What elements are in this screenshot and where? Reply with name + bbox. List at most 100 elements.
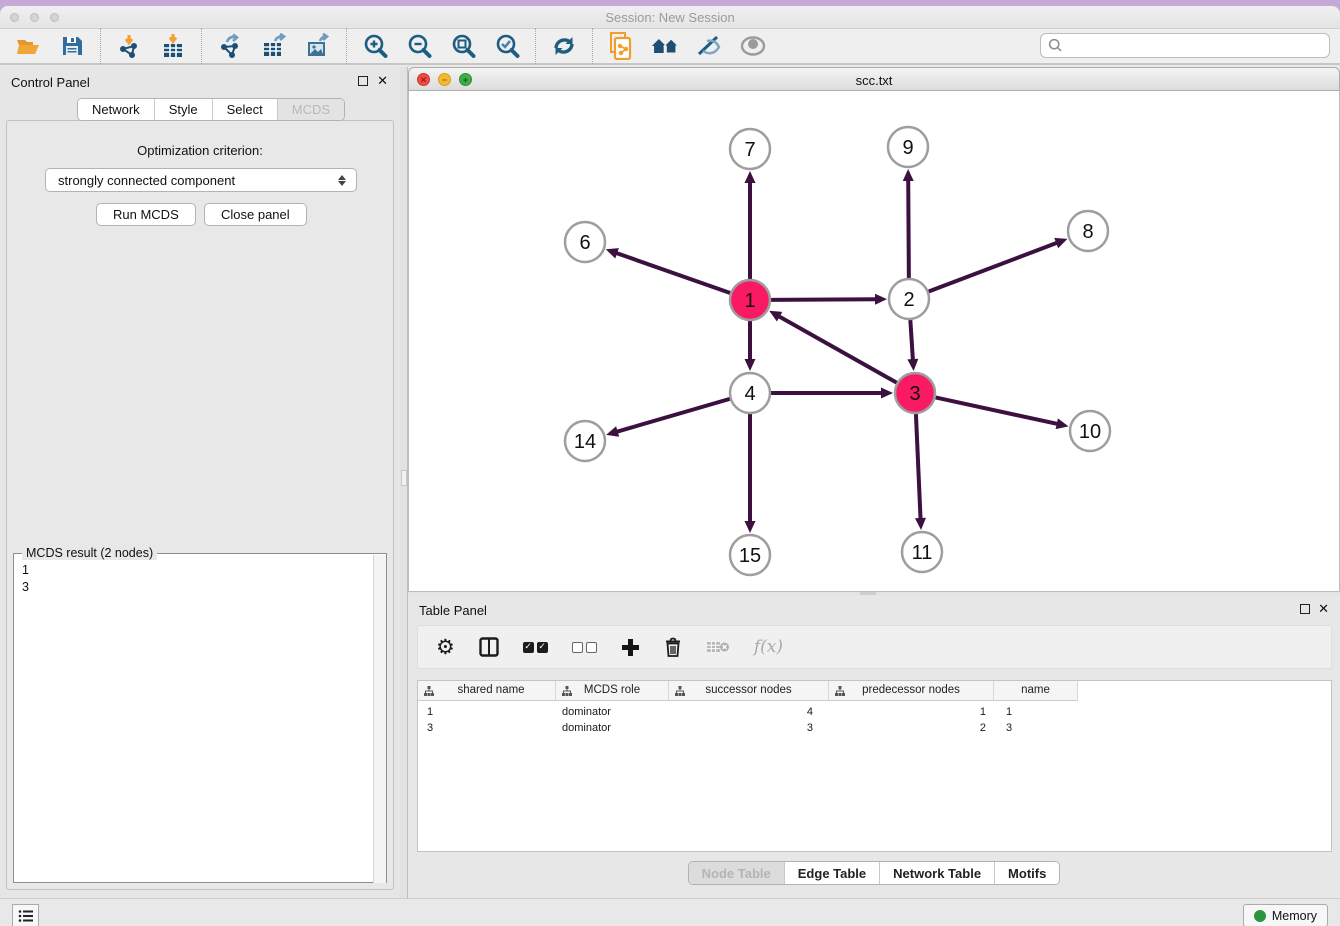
home-view-icon[interactable] <box>651 32 679 60</box>
tab-network[interactable]: Network <box>78 99 155 120</box>
cell-predecessor-nodes[interactable]: 2 <box>829 720 994 736</box>
graph-edge[interactable] <box>910 320 913 361</box>
export-table-icon[interactable] <box>260 32 288 60</box>
cell-mcds-role[interactable]: dominator <box>556 704 669 720</box>
save-session-icon[interactable] <box>58 32 86 60</box>
show-panel-icon[interactable] <box>739 32 767 60</box>
graph-node-label: 10 <box>1079 421 1101 443</box>
cell-name[interactable]: 1 <box>994 704 1078 720</box>
result-scrollbar[interactable] <box>373 555 386 883</box>
graph-edge[interactable] <box>615 253 730 293</box>
mcds-result-line: 1 <box>22 562 386 579</box>
graph-edge-arrowhead <box>915 518 926 530</box>
tab-node-table[interactable]: Node Table <box>689 862 785 884</box>
column-header-successor-nodes[interactable]: successor nodes <box>669 681 829 701</box>
control-panel-header: Control Panel ✕ <box>0 67 400 97</box>
network-from-file-icon[interactable] <box>607 32 635 60</box>
zoom-out-icon[interactable] <box>405 32 433 60</box>
table-row[interactable]: 1 dominator 4 1 1 <box>418 704 1078 720</box>
graph-edge-arrowhead <box>903 169 914 181</box>
table-tabs: Node Table Edge Table Network Table Moti… <box>408 861 1340 885</box>
cell-mcds-role[interactable]: dominator <box>556 720 669 736</box>
search-box[interactable] <box>1040 33 1330 58</box>
close-panel-icon[interactable]: ✕ <box>377 73 388 89</box>
tab-select[interactable]: Select <box>213 99 278 120</box>
optimization-criterion-dropdown[interactable]: strongly connected component <box>45 168 357 192</box>
float-panel-icon[interactable] <box>1300 604 1310 614</box>
cell-name[interactable]: 3 <box>994 720 1078 736</box>
function-builder-icon[interactable]: f(x) <box>754 637 783 657</box>
zoom-selected-icon[interactable] <box>493 32 521 60</box>
network-graph: 1234678910111415 <box>409 91 1339 590</box>
table-options-gear-icon[interactable]: ⚙ <box>436 635 455 659</box>
column-header-predecessor-nodes[interactable]: predecessor nodes <box>829 681 994 701</box>
splitter-grip[interactable] <box>401 470 407 486</box>
graph-edge[interactable] <box>908 179 909 278</box>
hide-panel-icon[interactable] <box>695 32 723 60</box>
column-label: MCDS role <box>584 684 640 696</box>
zoom-fit-icon[interactable] <box>449 32 477 60</box>
deselect-all-checkboxes-icon[interactable] <box>572 642 597 653</box>
add-column-icon[interactable] <box>621 638 640 657</box>
graph-edge[interactable] <box>929 242 1058 291</box>
cell-successor-nodes[interactable]: 3 <box>669 720 829 736</box>
graph-edge-arrowhead <box>745 521 756 533</box>
zoom-in-icon[interactable] <box>361 32 389 60</box>
close-panel-button[interactable]: Close panel <box>204 203 307 226</box>
refresh-layout-icon[interactable] <box>550 32 578 60</box>
dropdown-stepper-icon <box>337 172 347 189</box>
column-header-shared-name[interactable]: shared name <box>418 681 556 701</box>
column-header-name[interactable]: name <box>994 681 1078 701</box>
tab-motifs[interactable]: Motifs <box>995 862 1059 884</box>
graph-edge[interactable] <box>771 299 877 300</box>
table-panel: Table Panel ✕ ⚙ f(x) <box>408 595 1340 898</box>
tab-network-table[interactable]: Network Table <box>880 862 995 884</box>
graph-node-label: 9 <box>902 137 913 159</box>
graph-node-label: 15 <box>739 545 761 567</box>
import-table-icon[interactable] <box>159 32 187 60</box>
column-header-mcds-role[interactable]: MCDS role <box>556 681 669 701</box>
graph-edge[interactable] <box>936 397 1059 424</box>
search-input[interactable] <box>1063 37 1329 55</box>
export-image-icon[interactable] <box>304 32 332 60</box>
cell-shared-name[interactable]: 3 <box>418 720 556 736</box>
cell-predecessor-nodes[interactable]: 1 <box>829 704 994 720</box>
delete-table-icon[interactable] <box>706 639 730 655</box>
control-panel: Control Panel ✕ Network Style Select MCD… <box>0 67 400 898</box>
network-view-window: ✕ − + scc.txt 1234678910111415 <box>408 67 1340 592</box>
close-panel-icon[interactable]: ✕ <box>1318 601 1329 617</box>
network-canvas[interactable]: 1234678910111415 <box>408 91 1340 592</box>
tab-mcds[interactable]: MCDS <box>278 99 344 120</box>
show-columns-icon[interactable] <box>479 637 499 657</box>
import-network-icon[interactable] <box>115 32 143 60</box>
control-panel-tabs: Network Style Select MCDS <box>77 98 345 121</box>
cell-successor-nodes[interactable]: 4 <box>669 704 829 720</box>
memory-button[interactable]: Memory <box>1243 904 1328 926</box>
graph-node-label: 14 <box>574 431 596 453</box>
select-all-checkboxes-icon[interactable] <box>523 642 548 653</box>
mcds-result-box: MCDS result (2 nodes) 1 3 <box>13 553 387 883</box>
tab-edge-table[interactable]: Edge Table <box>785 862 880 884</box>
table-row[interactable]: 3 dominator 3 2 3 <box>418 720 1078 736</box>
control-panel-title: Control Panel <box>11 75 90 90</box>
graph-edge[interactable] <box>616 399 730 432</box>
column-label: shared name <box>457 684 524 696</box>
application-window: Session: New Session <box>0 6 1340 926</box>
vertical-splitter[interactable] <box>400 67 408 898</box>
graph-edge-arrowhead <box>907 359 918 371</box>
graph-edge-arrowhead <box>606 248 619 258</box>
mcds-result-line: 3 <box>22 579 386 596</box>
export-network-icon[interactable] <box>216 32 244 60</box>
graph-edge[interactable] <box>778 316 897 383</box>
tab-style[interactable]: Style <box>155 99 213 120</box>
open-file-icon[interactable] <box>14 32 42 60</box>
cell-shared-name[interactable]: 1 <box>418 704 556 720</box>
delete-columns-icon[interactable] <box>664 637 682 657</box>
run-mcds-button[interactable]: Run MCDS <box>96 203 196 226</box>
graph-edge[interactable] <box>916 414 921 520</box>
graph-node-label: 4 <box>744 383 755 405</box>
table-panel-header: Table Panel ✕ <box>408 595 1340 623</box>
list-icon <box>18 909 34 923</box>
float-panel-icon[interactable] <box>358 76 368 86</box>
task-history-button[interactable] <box>12 904 39 926</box>
